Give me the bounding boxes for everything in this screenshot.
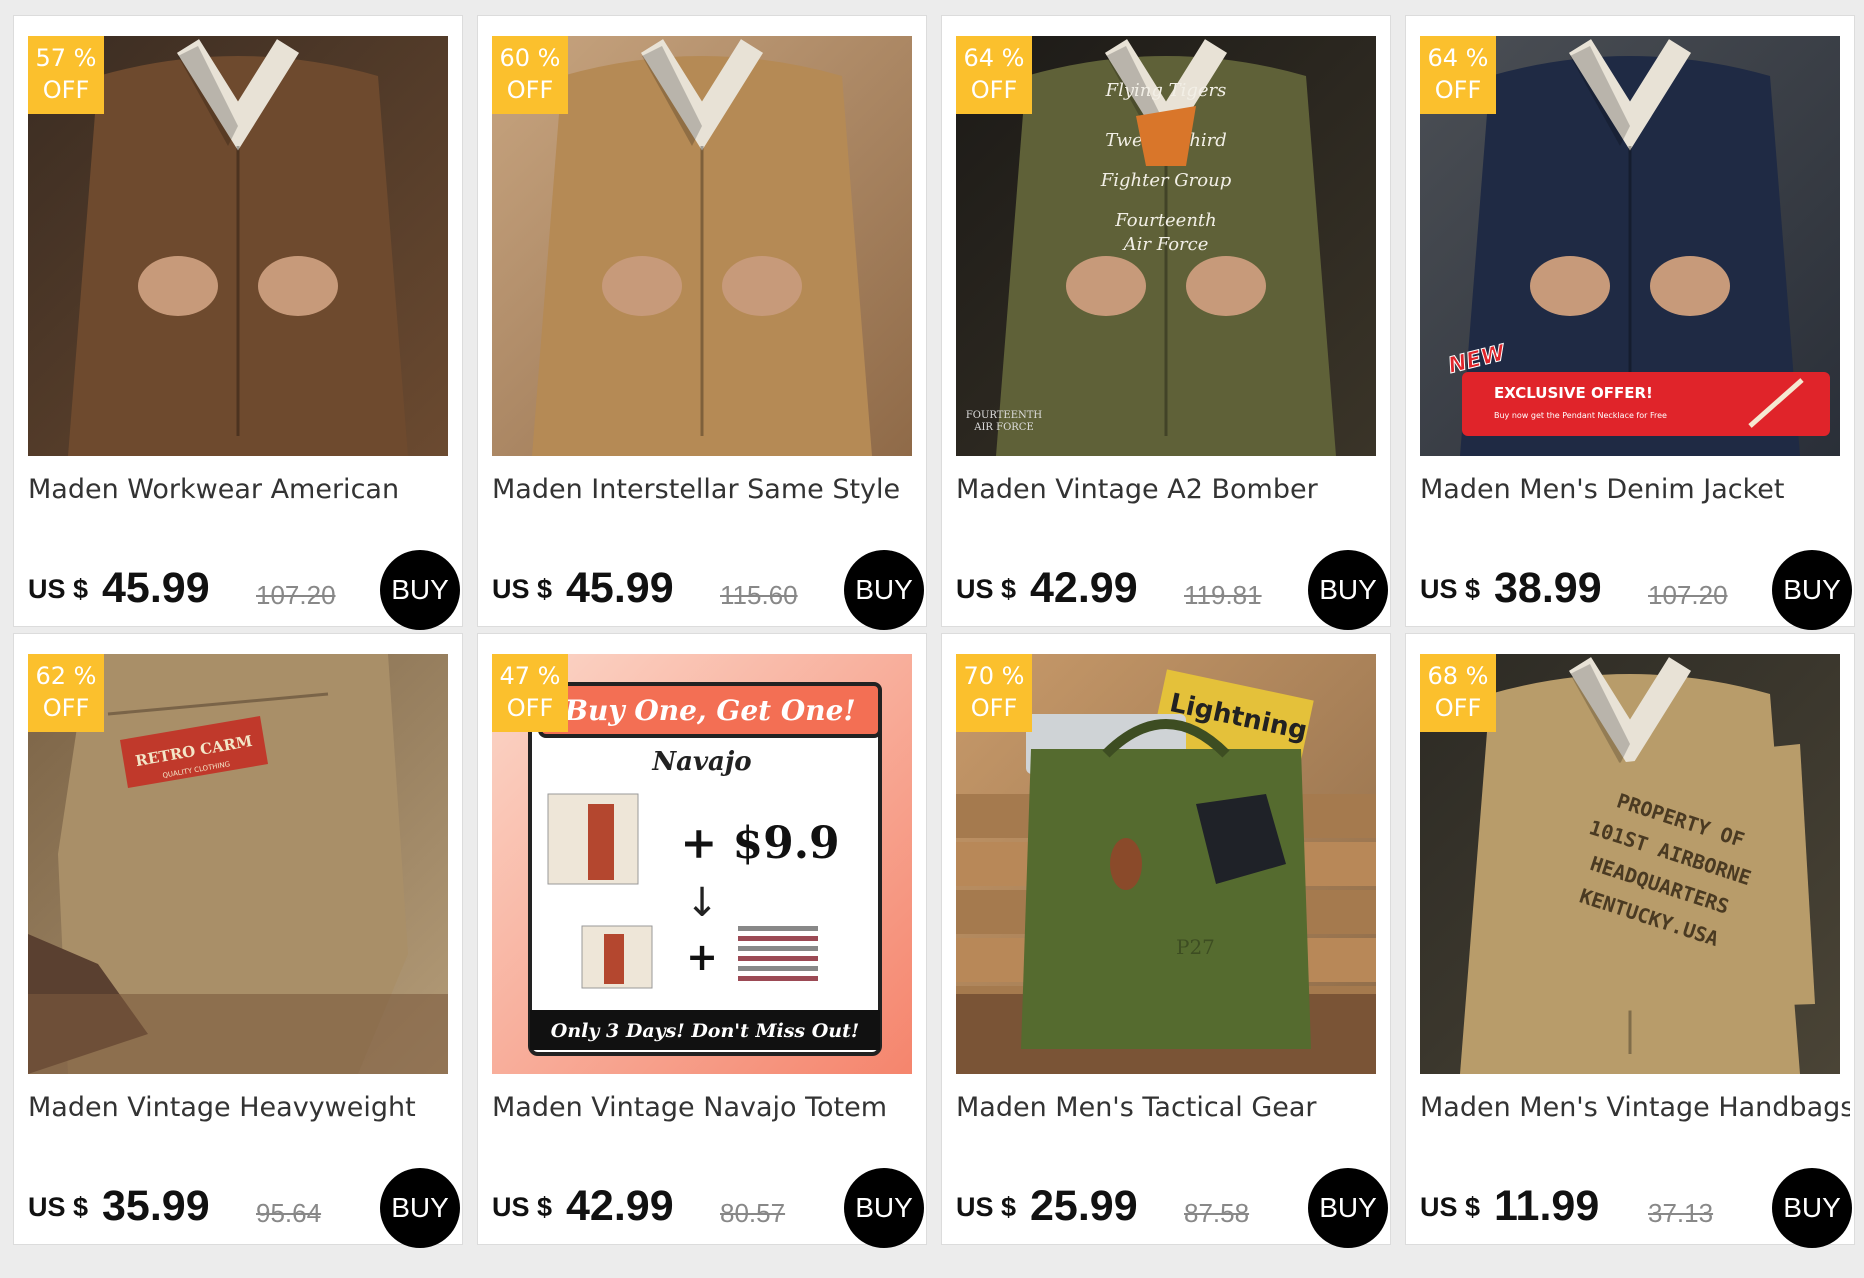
currency-label: US $ bbox=[956, 1192, 1017, 1222]
price-row: US $ 25.99 87.58 BUY bbox=[956, 1154, 1388, 1248]
discount-badge: 62 % OFF bbox=[28, 654, 104, 732]
price-row: US $ 42.99 119.81 BUY bbox=[956, 536, 1388, 630]
product-title[interactable]: Maden Vintage A2 Bomber bbox=[956, 474, 1386, 505]
discount-off-label: OFF bbox=[970, 694, 1018, 722]
discount-off-label: OFF bbox=[42, 76, 90, 104]
currency-label: US $ bbox=[1420, 1192, 1481, 1222]
product-card[interactable]: 60 % OFF Maden Interstellar Same Style U… bbox=[477, 15, 927, 630]
original-price: 115.60 bbox=[720, 580, 798, 610]
discount-badge: 70 % OFF bbox=[956, 654, 1032, 732]
discount-percent: 57 % bbox=[35, 44, 97, 72]
bag-body bbox=[1021, 749, 1311, 1049]
product-card[interactable]: 57 % OFF Maden Workwear American US $ 45… bbox=[13, 15, 463, 630]
bag-stencil: P27 bbox=[1176, 935, 1215, 959]
currency-label: US $ bbox=[492, 574, 553, 604]
svg-text:+: + bbox=[686, 935, 718, 979]
currency-label: US $ bbox=[28, 574, 89, 604]
discount-badge: 57 % OFF bbox=[28, 36, 104, 114]
product-card[interactable]: Flying Tigers Twenty Third Fighter Group Fo… bbox=[941, 15, 1391, 630]
discount-badge: 60 % OFF bbox=[492, 36, 568, 114]
corner-logo-text: FOURTEENTH bbox=[966, 410, 1043, 421]
promo-headline: EXCLUSIVE OFFER! bbox=[1494, 384, 1653, 402]
promo-headline: Buy One, Get One! bbox=[563, 694, 855, 727]
discount-percent: 70 % bbox=[963, 662, 1025, 690]
product-title[interactable]: Maden Men's Vintage Handbags bbox=[1420, 1092, 1850, 1123]
original-price: 80.57 bbox=[720, 1198, 786, 1228]
discount-percent: 60 % bbox=[499, 44, 561, 72]
original-price: 119.81 bbox=[1184, 580, 1262, 610]
product-title[interactable]: Maden Vintage Heavyweight bbox=[28, 1092, 458, 1123]
sale-price: 42.99 bbox=[1030, 564, 1138, 612]
discount-percent: 68 % bbox=[1427, 662, 1489, 690]
product-grid: 57 % OFF Maden Workwear American US $ 45… bbox=[13, 15, 1855, 1248]
sale-price: 42.99 bbox=[566, 1182, 674, 1230]
currency-label: US $ bbox=[956, 574, 1017, 604]
product-title[interactable]: Maden Interstellar Same Style bbox=[492, 474, 922, 505]
currency-label: US $ bbox=[492, 1192, 553, 1222]
discount-off-label: OFF bbox=[506, 694, 554, 722]
promo-plus-price: + $9.9 bbox=[680, 818, 839, 869]
discount-off-label: OFF bbox=[1434, 76, 1482, 104]
discount-percent: 47 % bbox=[499, 662, 561, 690]
corner-logo-text: AIR FORCE bbox=[973, 422, 1034, 433]
original-price: 107.20 bbox=[1648, 580, 1728, 610]
buy-button[interactable]: BUY bbox=[1308, 1168, 1388, 1248]
buy-button[interactable]: BUY bbox=[1772, 550, 1852, 630]
product-card[interactable]: RETRO CARM QUALITY CLOTHING 62 % OFF Made… bbox=[13, 633, 463, 1248]
price-row: US $ 45.99 107.20 BUY bbox=[28, 536, 460, 630]
discount-off-label: OFF bbox=[970, 76, 1018, 104]
discount-off-label: OFF bbox=[42, 694, 90, 722]
price-row: US $ 35.99 95.64 BUY bbox=[28, 1154, 460, 1248]
discount-off-label: OFF bbox=[506, 76, 554, 104]
price-row: US $ 42.99 80.57 BUY bbox=[492, 1154, 924, 1248]
price-row: US $ 45.99 115.60 BUY bbox=[492, 536, 924, 630]
original-price: 37.13 bbox=[1648, 1198, 1714, 1228]
product-title[interactable]: Maden Workwear American bbox=[28, 474, 458, 505]
sale-price: 35.99 bbox=[102, 1182, 210, 1230]
discount-off-label: OFF bbox=[1434, 694, 1482, 722]
discount-badge: 64 % OFF bbox=[1420, 36, 1496, 114]
original-price: 107.20 bbox=[256, 580, 336, 610]
embroidery-text: Flying Tigers bbox=[1105, 80, 1227, 101]
discount-percent: 64 % bbox=[1427, 44, 1489, 72]
discount-badge: 68 % OFF bbox=[1420, 654, 1496, 732]
embroidery-text: Fighter Group bbox=[1100, 170, 1232, 191]
sale-price: 11.99 bbox=[1494, 1182, 1600, 1230]
product-title[interactable]: Maden Men's Denim Jacket bbox=[1420, 474, 1850, 505]
sale-price: 45.99 bbox=[566, 564, 674, 612]
product-card[interactable]: PROPERTY OF 101ST AIRBORNE HEADQUARTERS KEN… bbox=[1405, 633, 1855, 1248]
embroidery-text: Fourteenth bbox=[1114, 210, 1217, 231]
currency-label: US $ bbox=[28, 1192, 89, 1222]
product-card[interactable]: Lightning P27 70 % OFF Maden Men's Tactic… bbox=[941, 633, 1391, 1248]
buy-button[interactable]: BUY bbox=[844, 1168, 924, 1248]
sale-price: 45.99 bbox=[102, 564, 210, 612]
buy-button[interactable]: BUY bbox=[1308, 550, 1388, 630]
buy-button[interactable]: BUY bbox=[844, 550, 924, 630]
product-card[interactable]: Buy One, Get One! Navajo + $9.9 ↓ + Only 3 Da… bbox=[477, 633, 927, 1248]
price-row: US $ 38.99 107.20 BUY bbox=[1420, 536, 1852, 630]
discount-percent: 64 % bbox=[963, 44, 1025, 72]
promo-sub: Buy now get the Pendant Necklace for Fre… bbox=[1494, 411, 1667, 420]
price-row: US $ 11.99 37.13 BUY bbox=[1420, 1154, 1852, 1248]
discount-badge: 47 % OFF bbox=[492, 654, 568, 732]
buy-button[interactable]: BUY bbox=[1772, 1168, 1852, 1248]
svg-text:↓: ↓ bbox=[685, 880, 719, 926]
product-card[interactable]: NEW EXCLUSIVE OFFER! Buy now get the Penda… bbox=[1405, 15, 1855, 630]
buy-button[interactable]: BUY bbox=[380, 1168, 460, 1248]
product-title[interactable]: Maden Vintage Navajo Totem bbox=[492, 1092, 922, 1123]
discount-badge: 64 % OFF bbox=[956, 36, 1032, 114]
promo-name: Navajo bbox=[651, 747, 751, 777]
original-price: 87.58 bbox=[1184, 1198, 1250, 1228]
sale-price: 25.99 bbox=[1030, 1182, 1138, 1230]
original-price: 95.64 bbox=[256, 1198, 322, 1228]
buy-button[interactable]: BUY bbox=[380, 550, 460, 630]
product-title[interactable]: Maden Men's Tactical Gear bbox=[956, 1092, 1386, 1123]
discount-percent: 62 % bbox=[35, 662, 97, 690]
embroidery-text: Air Force bbox=[1122, 234, 1209, 255]
promo-footer: Only 3 Days! Don't Miss Out! bbox=[551, 1020, 859, 1042]
currency-label: US $ bbox=[1420, 574, 1481, 604]
sale-price: 38.99 bbox=[1494, 564, 1602, 612]
